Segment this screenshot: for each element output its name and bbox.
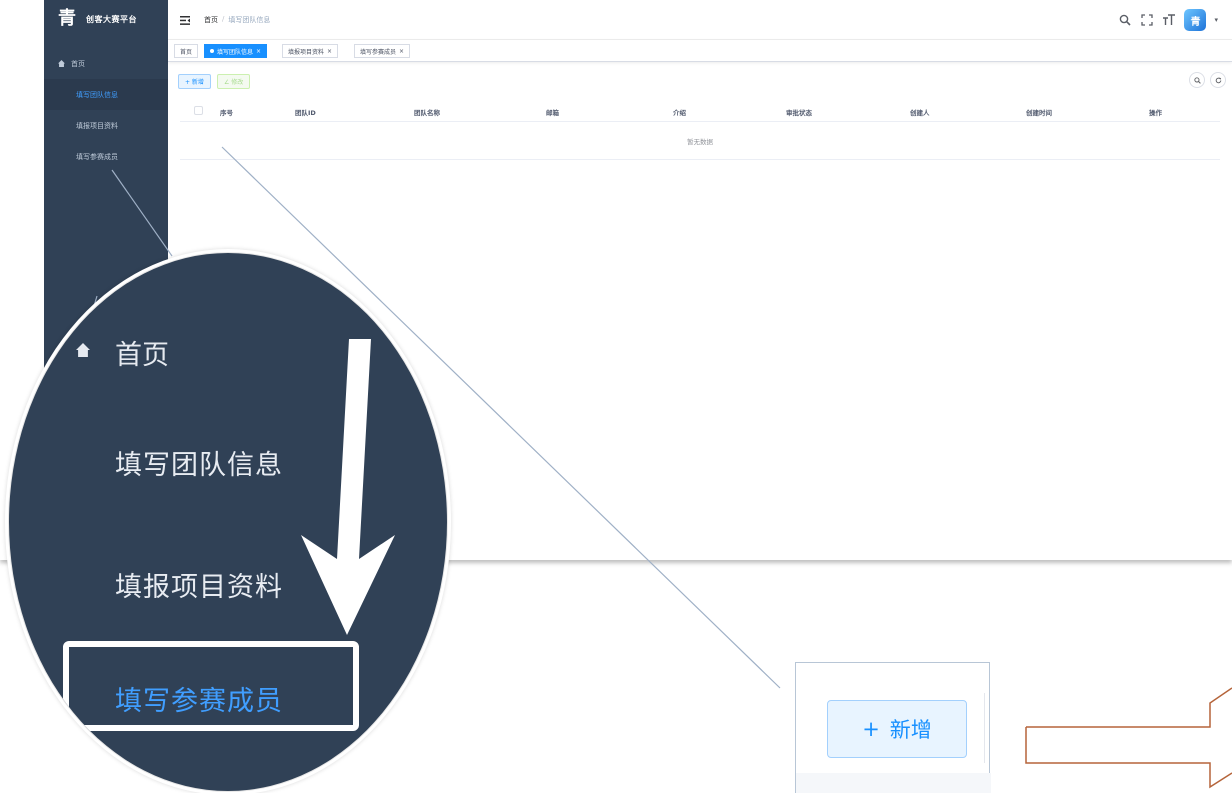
tutorial-screenshot: 青 创客大赛平台 首页 填写团队信息 填报项目资料 填写参赛成员 首页 / 填写… [0,0,1232,793]
right-arrow-icon [1025,687,1232,789]
